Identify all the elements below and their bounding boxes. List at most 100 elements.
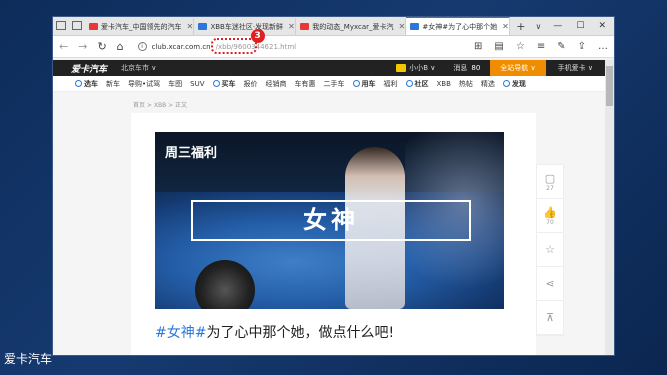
scrollbar[interactable]: [605, 60, 614, 355]
cart-icon: [212, 80, 220, 87]
url-host: club.xcar.com.cn: [151, 42, 211, 51]
nav-maiche[interactable]: 买车: [212, 79, 236, 89]
hub-icon[interactable]: ≡: [537, 41, 545, 52]
nav-jingxuan[interactable]: 精选: [481, 79, 495, 89]
back-to-top-button[interactable]: ⊼: [537, 301, 563, 335]
like-button[interactable]: 👍 70: [537, 199, 563, 233]
new-tab-button[interactable]: +: [510, 18, 531, 35]
like-count: 70: [546, 218, 554, 226]
back-button[interactable]: ←: [59, 40, 68, 53]
article-title: #女神#为了心中那个她，做点什么吧!: [155, 322, 394, 342]
article-card: 周三福利 女神 #女神#为了心中那个她，做点什么吧!: [131, 113, 536, 355]
favorite-star-icon[interactable]: ☆: [516, 41, 525, 52]
nav-baojia[interactable]: 报价: [244, 79, 258, 89]
home-button[interactable]: ⌂: [117, 40, 124, 53]
web-note-icon[interactable]: ✎: [557, 41, 565, 52]
favicon-icon: [410, 23, 420, 30]
reading-view-icon[interactable]: ▤: [494, 41, 503, 52]
address-bar: ← → ↻ ⌂ i club.xcar.com.cn/xbb/960034462…: [53, 28, 614, 58]
site-info-icon[interactable]: i: [137, 42, 147, 51]
more-icon[interactable]: …: [598, 41, 608, 52]
nav-daogou[interactable]: 导购•试驾: [128, 79, 160, 89]
favicon-icon: [198, 23, 208, 30]
tab-label: XBB车迷社区·发现新鲜: [210, 22, 284, 31]
close-window-button[interactable]: ✕: [598, 18, 606, 35]
annotation-highlight: [210, 37, 257, 54]
tab-1[interactable]: 爱卡汽车_中国领先的汽车 ✕: [85, 18, 195, 35]
nav-jingxiaoshang[interactable]: 经销商: [266, 79, 287, 89]
close-tab-icon[interactable]: ✕: [187, 22, 194, 31]
share-button[interactable]: ⋖: [537, 267, 563, 301]
nav-xuanche[interactable]: 选车: [75, 79, 98, 89]
hero-title: 女神: [191, 200, 471, 241]
scrollbar-thumb[interactable]: [606, 66, 613, 106]
mobile-link[interactable]: 手机爱卡 ∨: [546, 63, 605, 73]
user-badge-icon: [396, 64, 407, 72]
nav-faxian[interactable]: 发现: [502, 79, 526, 89]
tab-label: 爱卡汽车_中国领先的汽车: [101, 22, 182, 31]
topbar-right: 小小B ∨ 消息 80 全站导航 ∨ 手机爱卡 ∨: [388, 60, 605, 76]
tab-actions: [53, 17, 85, 35]
share-icon[interactable]: ⇪: [578, 41, 586, 52]
nav-chetu[interactable]: 车图: [168, 79, 182, 89]
share-icon: ⋖: [545, 277, 555, 290]
car-icon: [75, 80, 82, 87]
tab-bar: 爱卡汽车_中国领先的汽车 ✕ XBB车迷社区·发现新鲜 ✕ 我的动态_Myxcar_…: [53, 17, 614, 36]
messages-link[interactable]: 消息 80: [443, 63, 490, 73]
window-controls: — ☐ ✕: [545, 18, 614, 35]
messages-label: 消息: [453, 64, 468, 72]
tab-preview-icon[interactable]: [56, 21, 66, 30]
favorite-button[interactable]: ☆: [537, 233, 563, 267]
thumbs-up-icon: 👍: [543, 205, 557, 219]
comment-icon: ▢: [544, 171, 556, 185]
site-nav-dropdown[interactable]: 全站导航 ∨: [490, 60, 546, 76]
favicon-icon: [89, 23, 98, 30]
hero-image: 周三福利 女神: [155, 132, 504, 309]
nav-ershouche[interactable]: 二手车: [324, 79, 345, 89]
breadcrumb[interactable]: 首页 > XBB > 正文: [133, 100, 187, 109]
tab-label: #女神#为了心中那个她: [422, 22, 498, 31]
browser-window: 爱卡汽车_中国领先的汽车 ✕ XBB车迷社区·发现新鲜 ✕ 我的动态_Myxcar_…: [52, 16, 615, 356]
close-tab-icon[interactable]: ✕: [288, 22, 295, 31]
close-tab-icon[interactable]: ✕: [399, 22, 406, 31]
nav-yongche[interactable]: 用车: [352, 79, 376, 89]
qr-icon[interactable]: ⊞: [474, 41, 482, 52]
city-selector[interactable]: 北京车市 ∨: [121, 63, 156, 73]
tab-3[interactable]: 我的动态_Myxcar_爱卡汽 ✕: [296, 18, 407, 35]
browser-toolbar: ⊞ ▤ ☆ ≡ ✎ ⇪ …: [474, 41, 608, 52]
category-nav: 选车 新车 导购•试驾 车图 SUV 买车 报价 经销商 车有惠 二手车 用车 …: [53, 76, 614, 92]
tab-4-active[interactable]: #女神#为了心中那个她 ✕: [406, 17, 511, 35]
nav-retie[interactable]: 热帖: [459, 79, 473, 89]
discover-icon: [502, 80, 510, 87]
set-aside-tabs-icon[interactable]: [72, 21, 82, 30]
tab-label: 我的动态_Myxcar_爱卡汽: [312, 22, 394, 31]
nav-cheyouhui[interactable]: 车有惠: [295, 79, 316, 89]
user-menu[interactable]: 小小B ∨: [388, 63, 443, 73]
site-topbar: 爱卡汽车 北京车市 ∨ 小小B ∨ 消息 80 全站导航 ∨ 手机爱卡 ∨: [53, 60, 614, 76]
annotation-badge: 3: [250, 28, 265, 43]
community-icon: [405, 80, 413, 87]
comment-button[interactable]: ▢ 27: [537, 165, 563, 199]
nav-xbb[interactable]: XBB: [437, 80, 451, 88]
arrow-up-icon: ⊼: [545, 311, 555, 324]
title-hashtag[interactable]: #女神#: [155, 325, 206, 341]
minimize-button[interactable]: —: [553, 18, 562, 35]
nav-shequ[interactable]: 社区: [405, 79, 429, 89]
site-logo[interactable]: 爱卡汽车: [71, 62, 107, 75]
watermark: 爱卡汽车: [4, 352, 53, 366]
url-input[interactable]: i club.xcar.com.cn/xbb/9600344621.html 3: [134, 28, 464, 55]
messages-count: 80: [471, 64, 481, 72]
nav-xinche[interactable]: 新车: [106, 79, 120, 89]
tab-menu-button[interactable]: ∨: [532, 18, 546, 35]
comment-count: 27: [546, 184, 554, 192]
close-tab-icon[interactable]: ✕: [502, 22, 509, 31]
forward-button[interactable]: →: [78, 40, 87, 53]
nav-suv[interactable]: SUV: [190, 80, 204, 88]
refresh-button[interactable]: ↻: [97, 40, 106, 53]
nav-fuli[interactable]: 福利: [384, 79, 398, 89]
favicon-icon: [300, 23, 310, 30]
tab-2[interactable]: XBB车迷社区·发现新鲜 ✕: [194, 18, 297, 35]
action-sidebar: ▢ 27 👍 70 ☆ ⋖ ⊼: [536, 164, 564, 336]
hero-tag: 周三福利: [165, 146, 218, 161]
maximize-button[interactable]: ☐: [576, 18, 584, 35]
